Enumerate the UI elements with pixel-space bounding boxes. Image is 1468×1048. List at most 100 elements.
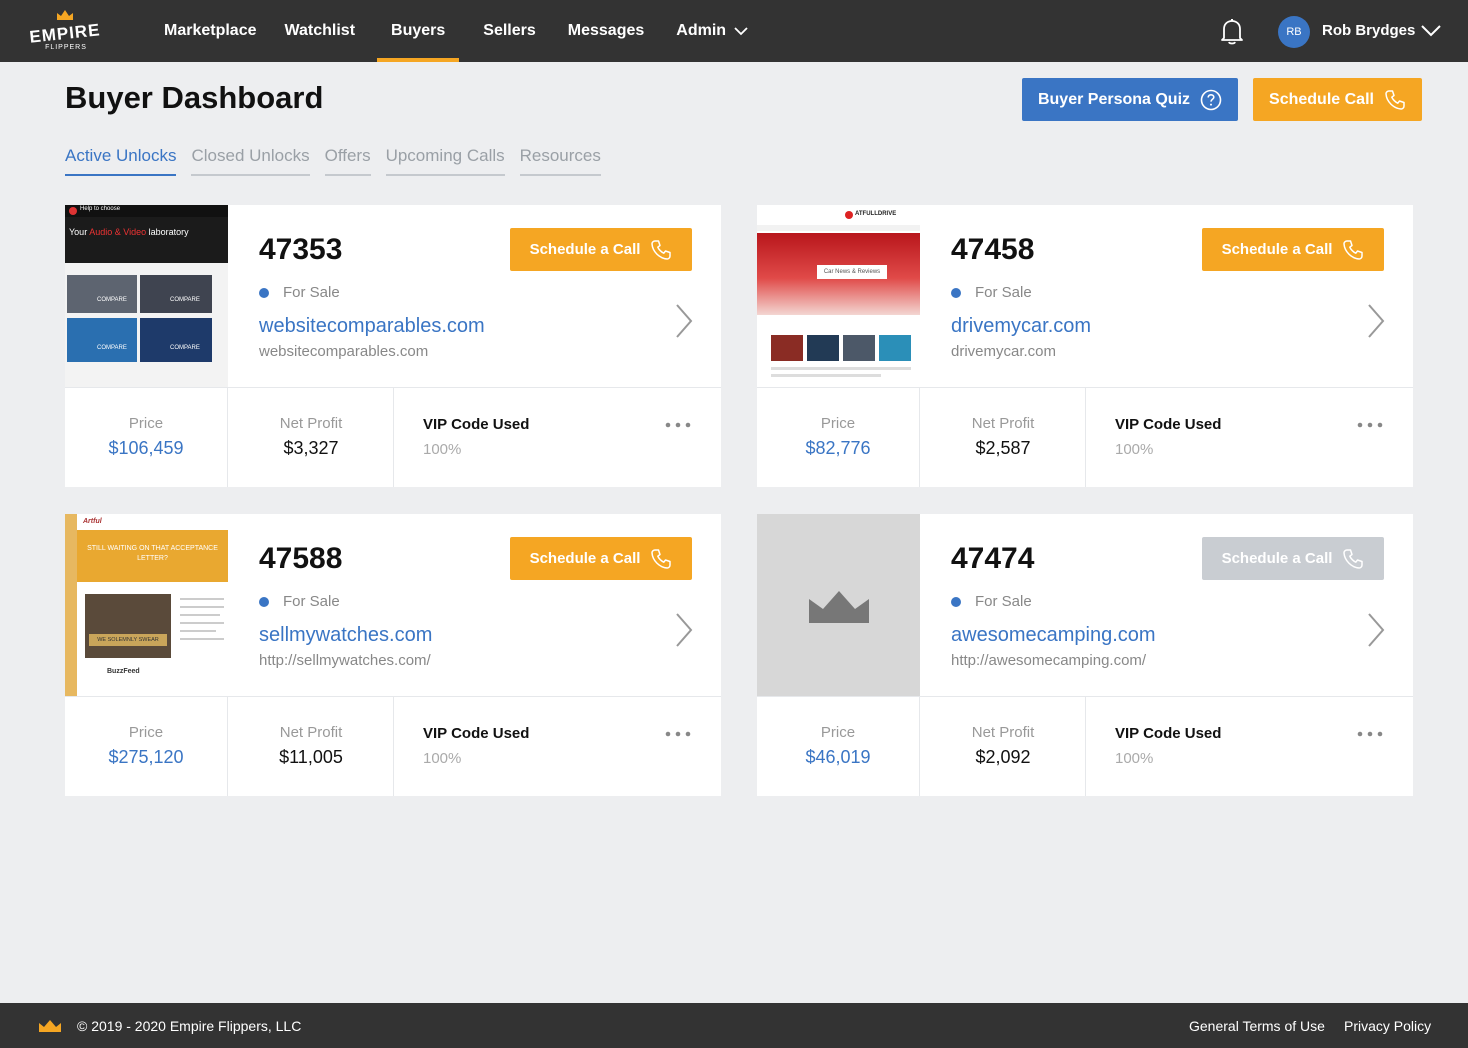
thumb-side-strip: [65, 514, 77, 696]
schedule-a-call-button[interactable]: Schedule a Call: [1202, 228, 1384, 271]
listing-card-47588[interactable]: Artful STILL WAITING ON THAT ACCEPTANCE …: [65, 514, 721, 796]
thumb-tile-label: COMPARE: [170, 297, 200, 303]
chevron-right-icon[interactable]: [1367, 612, 1385, 648]
listing-card-47474[interactable]: 47474 For Sale awesomecamping.com http:/…: [757, 514, 1413, 796]
vip-code-label: VIP Code Used: [1115, 416, 1222, 433]
net-profit-label: Net Profit: [279, 415, 343, 432]
notification-bell-icon[interactable]: [1216, 15, 1248, 47]
listing-status: For Sale: [259, 284, 340, 301]
empire-flippers-logo[interactable]: EMPIRE FLIPPERS: [26, 10, 106, 54]
listing-site-link[interactable]: websitecomparables.com: [259, 315, 485, 338]
more-options-icon[interactable]: [1357, 731, 1383, 737]
listing-site-url: http://sellmywatches.com/: [259, 652, 431, 669]
copyright-text: © 2019 - 2020 Empire Flippers, LLC: [77, 1018, 302, 1034]
status-dot: [259, 596, 269, 607]
schedule-a-call-label: Schedule a Call: [1221, 550, 1333, 567]
thumb-tile: COMPARE: [140, 318, 212, 362]
listing-thumbnail-placeholder[interactable]: [757, 514, 920, 696]
thumb-promo-text: WE SOLEMNLY SWEAR: [97, 637, 159, 643]
nav-marketplace[interactable]: Marketplace: [150, 0, 271, 62]
thumb-tile: COMPARE: [140, 275, 212, 313]
tab-upcoming-calls[interactable]: Upcoming Calls: [385, 146, 505, 176]
thumb-tile: [807, 335, 839, 361]
tab-active-unlocks[interactable]: Active Unlocks: [65, 146, 177, 176]
status-label: For Sale: [975, 593, 1032, 610]
nav-watchlist[interactable]: Watchlist: [271, 0, 370, 62]
price-label: Price: [820, 724, 856, 741]
price-value: $275,120: [108, 747, 184, 767]
price-cell: Price $275,120: [65, 697, 228, 796]
phone-icon: [651, 239, 672, 260]
phone-icon: [1343, 239, 1364, 260]
thumb-tile: [843, 335, 875, 361]
chevron-right-icon[interactable]: [675, 303, 693, 339]
status-label: For Sale: [975, 284, 1032, 301]
thumb-photo: [85, 594, 171, 658]
thumb-logo-dot: [69, 207, 77, 215]
listing-thumbnail[interactable]: Help to choose Your Audio & Video labora…: [65, 205, 228, 387]
thumb-headline: Your Audio & Video laboratory: [69, 227, 189, 237]
nav-admin[interactable]: Admin: [660, 0, 764, 62]
status-dot: [951, 596, 961, 607]
listing-site-link[interactable]: sellmywatches.com: [259, 624, 432, 647]
schedule-a-call-label: Schedule a Call: [529, 241, 641, 258]
thumb-menu: [757, 225, 920, 231]
listing-thumbnail[interactable]: Artful STILL WAITING ON THAT ACCEPTANCE …: [65, 514, 228, 696]
nav-sellers[interactable]: Sellers: [467, 0, 551, 62]
tab-resources[interactable]: Resources: [519, 146, 601, 176]
nav-buyers-label: Buyers: [391, 22, 446, 39]
nav-admin-label: Admin: [676, 22, 727, 39]
vip-code-label: VIP Code Used: [423, 416, 530, 433]
terms-of-use-link[interactable]: General Terms of Use: [1189, 1018, 1325, 1034]
schedule-a-call-label: Schedule a Call: [529, 550, 641, 567]
schedule-a-call-button[interactable]: Schedule a Call: [510, 537, 692, 580]
schedule-a-call-button-disabled[interactable]: Schedule a Call: [1202, 537, 1384, 580]
listing-thumbnail[interactable]: ATFULLDRIVE Car News & Reviews: [757, 205, 920, 387]
more-options-icon[interactable]: [665, 731, 691, 737]
schedule-call-button[interactable]: Schedule Call: [1253, 78, 1422, 121]
user-avatar[interactable]: RB: [1278, 16, 1310, 48]
schedule-a-call-button[interactable]: Schedule a Call: [510, 228, 692, 271]
thumb-feed: BuzzFeed: [107, 668, 140, 675]
price-value: $106,459: [108, 438, 184, 458]
thumb-text-line: [180, 606, 224, 608]
status-label: For Sale: [283, 593, 340, 610]
vip-code-value: 100%: [423, 750, 462, 767]
schedule-call-label: Schedule Call: [1269, 90, 1374, 108]
chevron-right-icon[interactable]: [675, 612, 693, 648]
thumb-tile-label: COMPARE: [97, 297, 127, 303]
vip-code-value: 100%: [1115, 441, 1154, 458]
listing-card-47458[interactable]: ATFULLDRIVE Car News & Reviews 47458 For…: [757, 205, 1413, 487]
thumb-promo: WE SOLEMNLY SWEAR: [89, 634, 167, 646]
thumb-banner-text: Car News & Reviews: [823, 269, 881, 275]
tab-closed-unlocks[interactable]: Closed Unlocks: [191, 146, 310, 176]
top-navigation-bar: EMPIRE FLIPPERS Marketplace Watchlist Bu…: [0, 0, 1468, 62]
chevron-down-icon[interactable]: [1420, 20, 1442, 42]
phone-icon: [1385, 89, 1405, 110]
chevron-right-icon[interactable]: [1367, 303, 1385, 339]
thumb-text-line: [180, 614, 220, 616]
footer: © 2019 - 2020 Empire Flippers, LLC Gener…: [0, 1003, 1468, 1048]
listing-site-link[interactable]: awesomecamping.com: [951, 624, 1156, 647]
thumb-tile-label: COMPARE: [97, 345, 127, 351]
more-options-icon[interactable]: [1357, 422, 1383, 428]
more-options-icon[interactable]: [665, 422, 691, 428]
buyer-persona-quiz-button[interactable]: Buyer Persona Quiz: [1022, 78, 1238, 121]
net-profit-cell: Net Profit $3,327: [229, 388, 394, 487]
question-circle-icon: [1200, 89, 1222, 110]
thumb-text-line: [180, 598, 224, 600]
vip-code-value: 100%: [1115, 750, 1154, 767]
listing-card-47353[interactable]: Help to choose Your Audio & Video labora…: [65, 205, 721, 487]
thumb-brand: ATFULLDRIVE: [855, 211, 897, 217]
tab-offers[interactable]: Offers: [324, 146, 371, 176]
nav-buyers[interactable]: Buyers: [369, 0, 467, 62]
listing-site-url: http://awesomecamping.com/: [951, 652, 1147, 669]
privacy-policy-link[interactable]: Privacy Policy: [1344, 1018, 1431, 1034]
net-profit-value: $2,092: [975, 747, 1031, 767]
nav-messages[interactable]: Messages: [552, 0, 661, 62]
listing-site-link[interactable]: drivemycar.com: [951, 315, 1091, 338]
thumb-tile: [771, 335, 803, 361]
user-name[interactable]: Rob Brydges: [1322, 22, 1415, 39]
price-label: Price: [820, 415, 856, 432]
net-profit-cell: Net Profit $2,587: [921, 388, 1086, 487]
